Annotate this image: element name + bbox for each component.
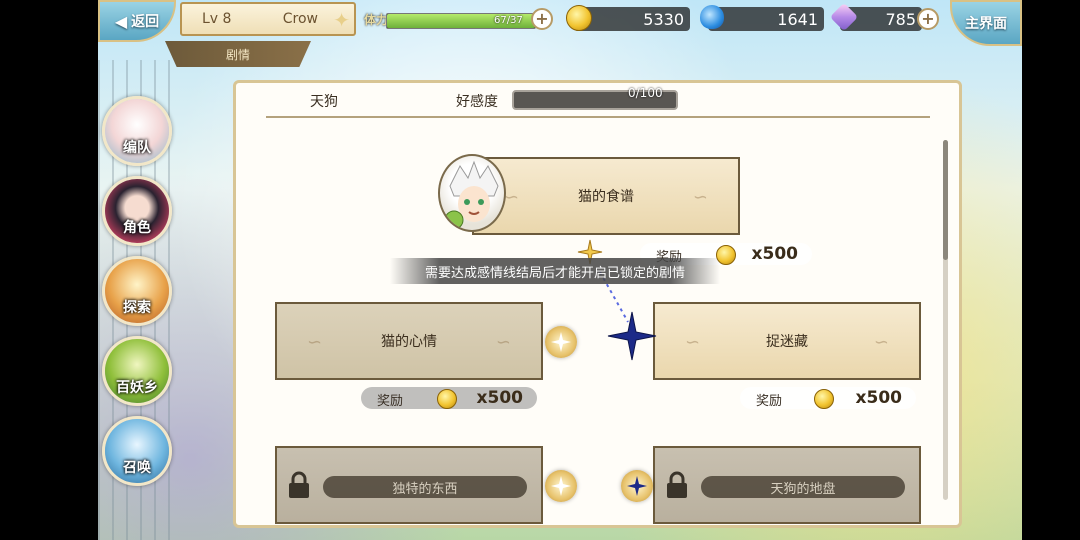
sidebar-item-label: 角色 [123, 220, 151, 236]
character-name: 天狗 [310, 94, 338, 110]
story-title: 猫的食谱 [578, 189, 634, 205]
sidebar-item-label: 百妖乡 [116, 380, 158, 396]
sidebar-item-label: 探索 [123, 300, 151, 316]
sidebar-item-team[interactable]: 编队 [102, 96, 172, 166]
story-title: 猫的心情 [381, 334, 437, 350]
story-card[interactable]: ∽ 捉迷藏 ∽ [653, 302, 921, 380]
swirl-ornament-icon: ∽ [495, 332, 511, 353]
gold-counter: 5330 [566, 5, 690, 31]
story-card[interactable]: ∽ 猫的食谱 ∽ [472, 157, 740, 235]
swirl-ornament-icon: ∽ [504, 187, 520, 208]
swirl-ornament-icon: ∽ [692, 187, 708, 208]
story-path-connector [577, 239, 657, 361]
favor-value: 0/100 [628, 86, 663, 100]
story-node[interactable] [545, 326, 577, 358]
crystal-value: 785 [885, 9, 916, 29]
sidebar-item-explore[interactable]: 探索 [102, 256, 172, 326]
add-crystal-button[interactable]: + [917, 8, 939, 30]
sidebar-item-character[interactable]: 角色 [102, 176, 172, 246]
scrollbar[interactable] [943, 140, 948, 500]
soul-value: 1641 [777, 9, 818, 29]
lock-icon [289, 471, 309, 498]
soul-counter: 1641 [700, 5, 824, 31]
lock-icon [667, 471, 687, 498]
reward-value: x500 [751, 244, 798, 264]
story-card[interactable]: ∽ 猫的心情 ∽ [275, 302, 543, 380]
stamina-label: 体力 [364, 13, 389, 27]
sidebar-item-village[interactable]: 百妖乡 [102, 336, 172, 406]
story-card-locked[interactable]: 独特的东西 [275, 446, 543, 524]
reward-value: x500 [855, 388, 902, 408]
favor-label: 好感度 [456, 94, 498, 110]
reward-value: x500 [476, 388, 523, 408]
reward-badge: 奖励 x500 [740, 387, 916, 409]
gold-coin-icon [814, 389, 834, 409]
soul-flame-icon [700, 5, 724, 29]
home-label: 主界面 [965, 16, 1007, 32]
reward-label: 奖励 [756, 394, 783, 409]
player-plate: Lv 8 Crow ✦ [180, 2, 356, 36]
locked-story-tooltip: 需要达成感情线结局后才能开启已锁定的剧情 [390, 258, 720, 284]
tooltip-text: 需要达成感情线结局后才能开启已锁定的剧情 [424, 265, 685, 281]
player-level: Lv 8 [202, 11, 232, 27]
story-node[interactable] [545, 470, 577, 502]
sparkle-icon [551, 332, 571, 352]
gold-coin-icon [566, 5, 592, 31]
tab-plot[interactable]: 剧情 [165, 41, 311, 67]
scroll-thumb[interactable] [943, 140, 948, 260]
favor-bar: 0/100 [512, 86, 678, 110]
swirl-ornament-icon: ∽ [307, 332, 323, 353]
stamina-value: 67/37 [494, 15, 523, 26]
story-node[interactable] [621, 470, 653, 502]
swirl-ornament-icon: ∽ [685, 332, 701, 353]
gold-coin-icon [437, 389, 457, 409]
sidebar-item-label: 编队 [123, 140, 151, 156]
sidebar-item-summon[interactable]: 召唤 [102, 416, 172, 486]
sparkle-icon [551, 476, 571, 496]
reward-label: 奖励 [377, 394, 404, 409]
story-title: 天狗的地盘 [770, 481, 836, 497]
crystal-counter: 785 [829, 2, 922, 32]
tengu-avatar [438, 154, 506, 232]
dark-star-icon [627, 476, 647, 496]
locked-title-bar: 独特的东西 [323, 476, 527, 498]
swirl-ornament-icon: ∽ [873, 332, 889, 353]
tab-plot-label: 剧情 [225, 47, 250, 62]
gold-value: 5330 [643, 9, 684, 29]
back-label: 返回 [131, 14, 160, 30]
star-icon: ✦ [333, 8, 350, 32]
reward-badge: 奖励 x500 [361, 387, 537, 409]
story-card-locked[interactable]: 天狗的地盘 [653, 446, 921, 524]
sidebar-item-label: 召唤 [123, 460, 151, 476]
story-title: 捉迷藏 [766, 334, 808, 350]
back-arrow-icon: ◀ [114, 11, 128, 31]
add-stamina-button[interactable]: + [531, 8, 553, 30]
player-name: Crow [282, 11, 318, 27]
story-title: 独特的东西 [392, 481, 458, 497]
stamina-meter: 体力 67/37 [364, 9, 554, 29]
locked-title-bar: 天狗的地盘 [701, 476, 905, 498]
